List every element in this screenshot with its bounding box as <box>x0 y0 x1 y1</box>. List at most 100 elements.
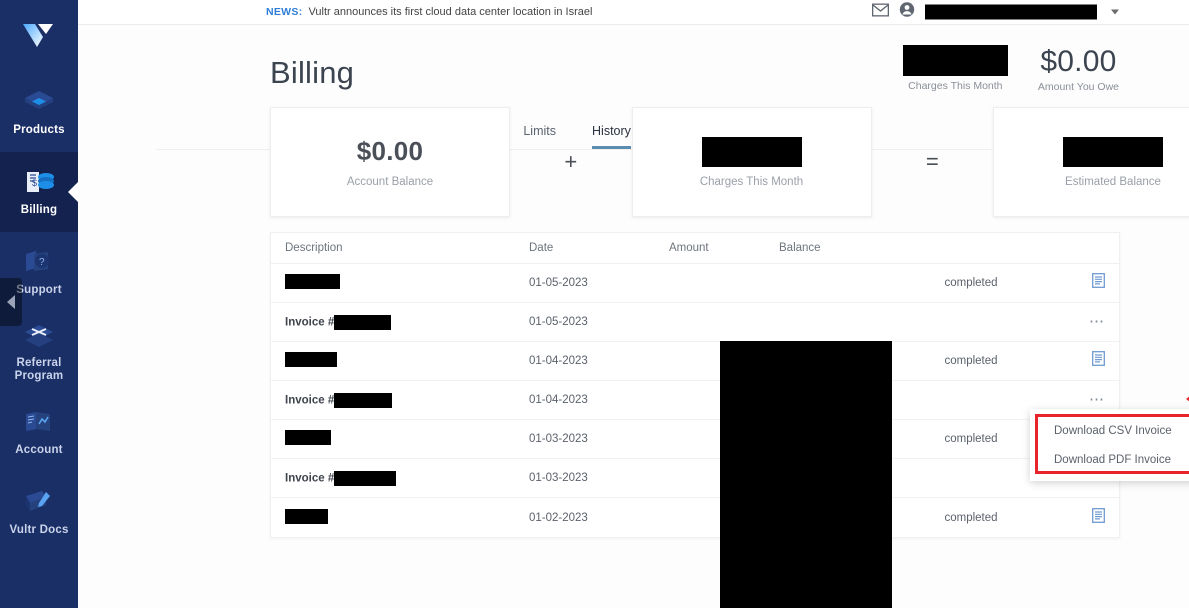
status-text: completed <box>944 355 998 367</box>
header-summary: Charges This Month $0.00 Amount You Owe <box>902 45 1119 93</box>
cell-description <box>285 508 529 527</box>
news-text: Vultr announces its first cloud data cen… <box>308 6 593 18</box>
sidebar-item-vultr-docs[interactable]: Vultr Docs <box>0 472 78 552</box>
card-caption: Account Balance <box>346 176 434 188</box>
table-row[interactable]: 01-05-2023 completed <box>271 264 1119 303</box>
page-title: Billing <box>270 55 355 90</box>
status-text: completed <box>944 277 998 289</box>
cell-actions <box>1051 273 1105 293</box>
cell-description <box>285 430 529 448</box>
summary-value-redacted <box>902 45 1008 76</box>
column-header-amount: Amount <box>669 242 709 254</box>
vultr-logo[interactable] <box>0 0 78 72</box>
card-charges-this-month: Charges This Month <box>631 107 872 217</box>
invoice-label: Invoice # <box>285 394 335 407</box>
cell-actions <box>1051 351 1105 371</box>
receipt-icon[interactable] <box>1092 273 1105 288</box>
description-redacted <box>334 392 393 408</box>
top-bar-right <box>871 2 1119 23</box>
description-redacted <box>285 508 328 524</box>
cell-date: 01-05-2023 <box>529 277 588 289</box>
billing-history-table: Description Date Amount Balance 01-05-20… <box>270 232 1120 538</box>
products-cube-icon <box>22 88 56 118</box>
cell-description <box>285 274 529 292</box>
cell-description: Invoice # <box>285 392 529 408</box>
sidebar-item-billing[interactable]: $ Billing <box>0 152 78 232</box>
table-row[interactable]: Invoice # 01-05-2023 ⋯ <box>271 303 1119 342</box>
operator-plus: + <box>564 149 578 174</box>
cell-date: 01-05-2023 <box>529 316 588 328</box>
menu-item-download-pdf-invoice[interactable]: Download PDF Invoice <box>1038 446 1189 475</box>
more-options-icon[interactable]: ⋯ <box>1089 313 1105 330</box>
support-question-icon: ? <box>22 248 56 278</box>
billing-coins-icon: $ <box>22 168 56 198</box>
receipt-icon[interactable] <box>1092 507 1105 523</box>
description-redacted <box>334 314 392 330</box>
column-header-date: Date <box>529 242 554 254</box>
sidebar-item-label: Products <box>13 123 65 136</box>
summary-charges-this-month: Charges This Month <box>902 45 1008 92</box>
cell-date: 01-03-2023 <box>529 433 588 445</box>
collapse-sidebar-toggle[interactable] <box>0 278 22 326</box>
account-card-icon <box>22 408 56 438</box>
table-body: 01-05-2023 completed Invoice # 01-05-2023 ⋯ 0… <box>271 264 1119 537</box>
cell-date: 01-03-2023 <box>529 472 588 484</box>
main-content: NEWS: Vultr announces its first cloud dat… <box>78 0 1189 608</box>
sidebar-item-label: Billing <box>20 203 58 216</box>
table-row[interactable]: 01-03-2023 completed <box>271 420 1119 459</box>
referral-share-icon <box>22 321 56 351</box>
table-row[interactable]: Invoice #01-03-2023⋯ <box>271 459 1119 498</box>
sidebar-item-label: Support <box>16 283 62 296</box>
table-header-row: Description Date Amount Balance <box>271 233 1119 264</box>
table-row[interactable]: 01-04-2023 completed <box>271 342 1119 381</box>
description-redacted <box>334 470 397 486</box>
card-caption: Estimated Balance <box>1065 175 1161 188</box>
cell-actions: ⋯ <box>1051 391 1105 409</box>
card-account-balance: $0.00 Account Balance <box>270 107 510 217</box>
cell-description: Invoice # <box>285 314 529 330</box>
cell-date: 01-04-2023 <box>529 355 588 367</box>
status-text: completed <box>944 511 998 524</box>
cell-description <box>285 352 529 370</box>
mail-icon[interactable] <box>871 2 890 21</box>
cell-date: 01-02-2023 <box>529 511 588 524</box>
balance-cards: $0.00 Account Balance + Charges This Mon… <box>270 107 1189 217</box>
status-text: completed <box>944 433 998 445</box>
menu-item-download-csv-invoice[interactable]: Download CSV Invoice <box>1038 417 1189 446</box>
summary-caption: Charges This Month <box>908 80 1003 92</box>
news-banner[interactable]: NEWS: Vultr announces its first cloud dat… <box>266 6 592 18</box>
operator-equals: = <box>925 149 939 174</box>
sidebar-item-products[interactable]: Products <box>0 72 78 152</box>
top-bar: NEWS: Vultr announces its first cloud dat… <box>78 0 1189 25</box>
description-redacted <box>285 430 331 445</box>
amount-column-redaction <box>720 341 892 608</box>
card-value-redacted <box>701 136 802 167</box>
invoice-label: Invoice # <box>285 472 335 485</box>
more-options-icon[interactable]: ⋯ <box>1089 391 1105 408</box>
chevron-down-icon[interactable] <box>1111 9 1119 15</box>
receipt-icon[interactable] <box>1092 351 1105 366</box>
download-invoice-context-menu: Download CSV Invoice Download PDF Invoic… <box>1035 414 1189 474</box>
sidebar: Products $ Billing ? Support Referral Pr… <box>0 0 78 608</box>
sidebar-item-account[interactable]: Account <box>0 392 78 472</box>
billing-history-page: Products $ Billing ? Support Referral Pr… <box>0 0 1189 608</box>
sidebar-item-label: Referral Program <box>14 357 64 382</box>
username-redacted[interactable] <box>925 4 1097 20</box>
cell-description: Invoice # <box>285 470 529 486</box>
column-header-balance: Balance <box>779 242 821 254</box>
account-circle-icon[interactable] <box>899 2 915 23</box>
table-row[interactable]: 01-02-2023 completed <box>271 498 1119 537</box>
cell-date: 01-04-2023 <box>529 394 588 406</box>
svg-text:?: ? <box>39 257 45 268</box>
invoice-label: Invoice # <box>285 316 335 329</box>
sidebar-item-label: Account <box>15 443 63 456</box>
summary-amount-you-owe: $0.00 Amount You Owe <box>1038 45 1119 93</box>
table-row[interactable]: Invoice # 01-04-2023 ⋯ <box>271 381 1119 420</box>
description-redacted <box>285 352 337 367</box>
summary-caption: Amount You Owe <box>1037 81 1119 93</box>
cell-actions <box>1051 507 1105 528</box>
docs-pencil-icon <box>22 488 56 518</box>
card-value: $0.00 <box>356 136 424 166</box>
cell-actions: ⋯ <box>1051 313 1105 331</box>
summary-value: $0.00 <box>1040 45 1117 78</box>
